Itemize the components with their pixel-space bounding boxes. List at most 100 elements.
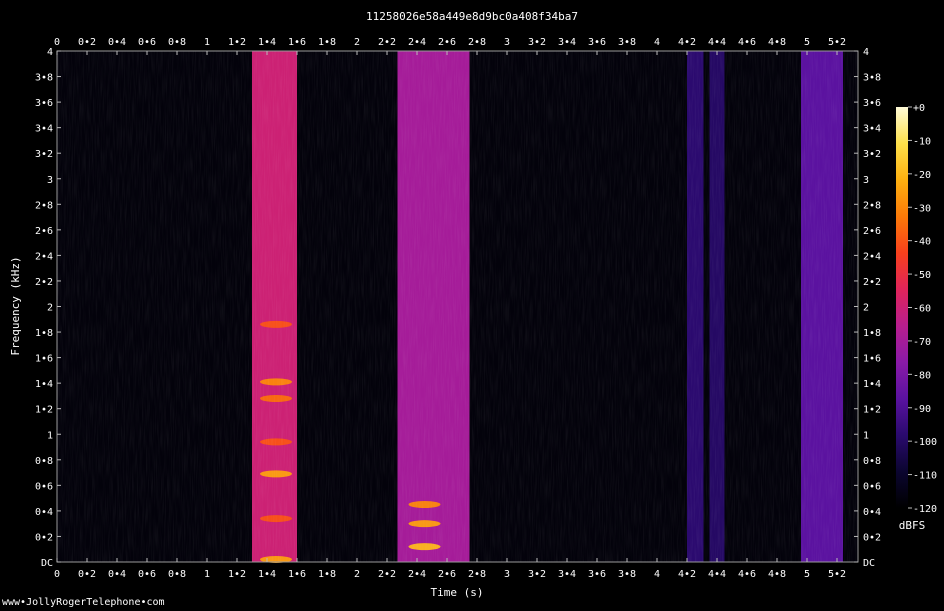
- y-tick-label-left: 1•4: [35, 379, 53, 390]
- y-tick-label-left: 0•6: [35, 481, 53, 492]
- y-tick-label-right: 3•6: [863, 98, 881, 109]
- y-tick-label-right: 1: [863, 430, 869, 441]
- y-tick-label-left: 1•2: [35, 405, 53, 416]
- x-tick-label-top: 0: [54, 37, 60, 48]
- y-tick-label-left: 2•8: [35, 200, 53, 211]
- colorbar-label: dBFS: [899, 519, 926, 532]
- colorbar-tick-label: -80: [913, 370, 931, 381]
- x-tick-label-bottom: 2•6: [438, 569, 456, 580]
- y-tick-label-right: 1•6: [863, 354, 881, 365]
- y-tick-label-left: 3•8: [35, 73, 53, 84]
- x-tick-label-top: 3•6: [588, 37, 606, 48]
- colorbar-tick-label: -60: [913, 304, 931, 315]
- x-tick-label-top: 1•4: [258, 37, 276, 48]
- y-tick-label-right: 0•8: [863, 456, 881, 467]
- colorbar-tick-label: +0: [913, 103, 925, 114]
- y-tick-label-right: 2•4: [863, 251, 881, 262]
- y-tick-label-left: 3•6: [35, 98, 53, 109]
- y-tick-label-left: 2•6: [35, 226, 53, 237]
- colorbar-tick-label: -120: [913, 504, 937, 515]
- x-tick-label-bottom: 1: [204, 569, 210, 580]
- y-tick-label-left: 1: [47, 430, 53, 441]
- x-tick-label-bottom: 0•8: [168, 569, 186, 580]
- x-tick-label-top: 2: [354, 37, 360, 48]
- y-tick-label-left: 2•2: [35, 277, 53, 288]
- spectrogram-figure: 11258026e58a449e8d9bc0a408f34ba7 0 0 0•2 0•…: [9, 10, 937, 599]
- x-tick-label-top: 4•6: [738, 37, 756, 48]
- x-tick-label-bottom: 3•6: [588, 569, 606, 580]
- x-tick-label-top: 1•8: [318, 37, 336, 48]
- y-tick-label-right: DC: [863, 558, 875, 569]
- y-tick-label-left: 3•2: [35, 149, 53, 160]
- y-tick-label-right: 3: [863, 175, 869, 186]
- x-tick-label-top: 2•8: [468, 37, 486, 48]
- y-tick-label-right: 2•2: [863, 277, 881, 288]
- texture-overlay: [57, 51, 858, 562]
- x-tick-label-bottom: 0•4: [108, 569, 126, 580]
- y-tick-label-right: 3•8: [863, 73, 881, 84]
- x-tick-label-bottom: 4•8: [768, 569, 786, 580]
- x-tick-label-bottom: 4•6: [738, 569, 756, 580]
- x-tick-label-top: 2•4: [408, 37, 426, 48]
- y-tick-label-left: 0•8: [35, 456, 53, 467]
- y-tick-label-left: 1•6: [35, 354, 53, 365]
- y-tick-label-right: 1•4: [863, 379, 881, 390]
- x-tick-label-top: 5•2: [828, 37, 846, 48]
- x-tick-label-bottom: 5•2: [828, 569, 846, 580]
- y-tick-label-left: DC: [41, 558, 53, 569]
- y-tick-label-left: 3•4: [35, 124, 53, 135]
- x-tick-label-bottom: 3•8: [618, 569, 636, 580]
- x-tick-label-bottom: 3•2: [528, 569, 546, 580]
- x-axis-label: Time (s): [431, 586, 484, 599]
- x-tick-label-top: 2•6: [438, 37, 456, 48]
- x-tick-label-top: 0•4: [108, 37, 126, 48]
- y-tick-label-right: 0•4: [863, 507, 881, 518]
- colorbar-tick-label: -10: [913, 136, 931, 147]
- colorbar-tick-label: -50: [913, 270, 931, 281]
- x-tick-label-top: 3•4: [558, 37, 576, 48]
- x-tick-label-bottom: 2: [354, 569, 360, 580]
- x-tick-label-bottom: 2•8: [468, 569, 486, 580]
- y-tick-label-left: 2•4: [35, 251, 53, 262]
- y-tick-label-left: 4: [47, 47, 53, 58]
- x-tick-label-bottom: 1•2: [228, 569, 246, 580]
- colorbar-tick-label: -100: [913, 437, 937, 448]
- x-tick-label-top: 1: [204, 37, 210, 48]
- y-tick-label-right: 1•8: [863, 328, 881, 339]
- x-tick-label-top: 3•2: [528, 37, 546, 48]
- y-tick-label-right: 3•2: [863, 149, 881, 160]
- colorbar-ticks: +0 -10 -20 -30 -40 -50 -60 -70 -80 -90 -100 -110 -12…: [908, 103, 937, 515]
- x-tick-label-bottom: 1•8: [318, 569, 336, 580]
- x-tick-label-top: 4: [654, 37, 660, 48]
- x-tick-label-top: 2•2: [378, 37, 396, 48]
- x-tick-label-bottom: 2•4: [408, 569, 426, 580]
- x-tick-label-bottom: 0•6: [138, 569, 156, 580]
- y-tick-label-right: 2•6: [863, 226, 881, 237]
- x-tick-label-top: 4•4: [708, 37, 726, 48]
- x-tick-label-top: 1•6: [288, 37, 306, 48]
- colorbar-tick-label: -90: [913, 404, 931, 415]
- footer-watermark: www•JollyRogerTelephone•com: [2, 597, 165, 608]
- y-tick-label-right: 2•8: [863, 200, 881, 211]
- y-tick-label-right: 2: [863, 303, 869, 314]
- y-tick-label-right: 0•2: [863, 532, 881, 543]
- y-tick-label-right: 0•6: [863, 481, 881, 492]
- x-tick-label-top: 0•2: [78, 37, 96, 48]
- colorbar-tick-label: -70: [913, 337, 931, 348]
- y-tick-label-left: 0•2: [35, 532, 53, 543]
- x-tick-label-bottom: 3•4: [558, 569, 576, 580]
- y-tick-label-left: 1•8: [35, 328, 53, 339]
- x-tick-label-top: 5: [804, 37, 810, 48]
- colorbar-tick-label: -110: [913, 471, 937, 482]
- colorbar: [896, 107, 908, 508]
- y-tick-label-left: 2: [47, 303, 53, 314]
- colorbar-tick-label: -20: [913, 170, 931, 181]
- x-tick-label-top: 3: [504, 37, 510, 48]
- x-tick-label-bottom: 4•2: [678, 569, 696, 580]
- y-tick-label-left: 3: [47, 175, 53, 186]
- x-tick-label-top: 4•2: [678, 37, 696, 48]
- x-tick-label-bottom: 3: [504, 569, 510, 580]
- y-axis-label: Frequency (kHz): [9, 256, 22, 355]
- colorbar-tick-label: -40: [913, 237, 931, 248]
- x-tick-label-top: 3•8: [618, 37, 636, 48]
